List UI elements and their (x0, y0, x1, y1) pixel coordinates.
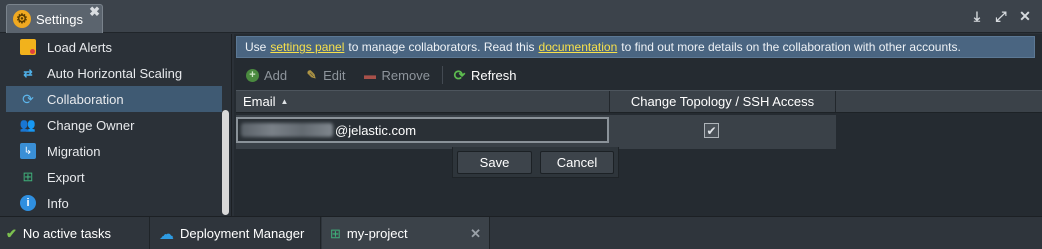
add-icon: + (246, 68, 259, 82)
tab-deployment-manager[interactable]: ☁ Deployment Manager (151, 217, 321, 249)
collaboration-toolbar: + Add ✎ Edit ▬ Remove ⟳ Refresh (234, 62, 1042, 88)
tab-settings[interactable]: ⚙ Settings ✖ (6, 4, 103, 33)
save-button[interactable]: Save (457, 150, 532, 174)
sidebar-scrollbar-thumb[interactable] (222, 110, 229, 215)
column-header-email[interactable]: Email ▲ (236, 91, 610, 112)
deployment-manager-label: Deployment Manager (180, 226, 305, 241)
column-header-topology[interactable]: Change Topology / SSH Access (610, 91, 836, 112)
sidebar-item-info[interactable]: i Info (6, 190, 222, 216)
gear-icon: ⚙ (13, 10, 31, 28)
sidebar-item-label: Migration (47, 143, 101, 159)
close-icon[interactable]: ✕ (470, 226, 481, 242)
cloud-upload-icon: ☁ (159, 225, 174, 243)
settings-panel-link[interactable]: settings panel (270, 40, 344, 54)
cancel-button[interactable]: Cancel (540, 150, 614, 174)
environment-icon: ⊞ (330, 225, 341, 241)
sidebar-item-label: Collaboration (47, 91, 124, 107)
remove-button[interactable]: ▬ Remove (364, 68, 430, 83)
row-editor-buttons: Save Cancel (452, 147, 619, 178)
sidebar-item-label: Change Owner (47, 117, 135, 133)
load-alerts-icon (20, 39, 36, 55)
remove-button-label: Remove (381, 67, 430, 83)
sort-ascending-icon: ▲ (280, 97, 289, 106)
info-icon: i (20, 195, 36, 211)
sidebar-item-label: Auto Horizontal Scaling (47, 65, 183, 81)
edit-button-label: Edit (323, 67, 346, 83)
column-header-label: Change Topology / SSH Access (630, 94, 815, 109)
add-button[interactable]: + Add (246, 68, 287, 83)
documentation-link[interactable]: documentation (539, 40, 618, 54)
table-row[interactable]: @jelastic.com ✔ (236, 115, 836, 149)
export-icon: ⊞ (22, 169, 34, 184)
sidebar-item-label: Export (47, 169, 85, 185)
edit-icon: ✎ (306, 68, 317, 82)
download-icon[interactable]: ⤓ (970, 8, 984, 24)
collaboration-icon: ⟳ (22, 90, 34, 107)
tab-close-icon[interactable]: ✖ (89, 5, 100, 18)
column-header-label: Email (243, 94, 276, 109)
sidebar-item-change-owner[interactable]: 👥 Change Owner (6, 112, 222, 138)
refresh-button[interactable]: ⟳ Refresh (453, 66, 517, 83)
task-status-label: No active tasks (22, 226, 112, 241)
refresh-button-label: Refresh (470, 67, 517, 83)
sidebar-item-migration[interactable]: ↳ Migration (6, 138, 222, 164)
topology-ssh-checkbox[interactable]: ✔ (704, 123, 719, 138)
trash-icon: ▬ (364, 68, 377, 82)
sidebar-item-export[interactable]: ⊞ Export (6, 164, 222, 190)
task-status[interactable]: ✔ No active tasks (6, 217, 150, 249)
close-icon[interactable]: ✕ (1018, 8, 1032, 24)
collaboration-panel: Use settings panel to manage collaborato… (234, 34, 1042, 216)
sidebar-item-collaboration[interactable]: ⟳ Collaboration (6, 86, 222, 112)
refresh-icon: ⟳ (453, 66, 466, 83)
project-label: my-project (346, 226, 408, 241)
grid-header: Email ▲ Change Topology / SSH Access (236, 90, 1042, 113)
expand-icon[interactable]: ⤢ (994, 8, 1008, 24)
edit-button[interactable]: ✎ Edit (305, 67, 346, 83)
column-header-empty (836, 91, 1042, 112)
email-suffix: @jelastic.com (335, 122, 417, 138)
add-button-label: Add (264, 67, 288, 83)
tab-my-project[interactable]: ⊞ my-project ✕ (322, 217, 490, 249)
info-text-1: Use (245, 40, 267, 54)
window-tab-bar: ⚙ Settings ✖ ⤓ ⤢ ✕ (0, 0, 1042, 33)
info-text-2: to manage collaborators. Read this (348, 40, 535, 54)
sidebar-item-label: Load Alerts (47, 39, 113, 55)
toolbar-separator (441, 66, 443, 84)
settings-sidebar: Load Alerts ⇄ Auto Horizontal Scaling ⟳ … (0, 34, 232, 216)
sidebar-item-label: Info (47, 195, 69, 211)
sidebar-item-auto-horizontal-scaling[interactable]: ⇄ Auto Horizontal Scaling (6, 60, 222, 86)
info-bar: Use settings panel to manage collaborato… (236, 36, 1035, 58)
redacted-email-prefix (241, 123, 333, 137)
sidebar-item-load-alerts[interactable]: Load Alerts (6, 34, 222, 60)
tab-settings-label: Settings (36, 11, 83, 27)
scaling-icon: ⇄ (23, 67, 33, 80)
bottom-taskbar: ✔ No active tasks ☁ Deployment Manager ⊞… (0, 216, 1042, 249)
info-text-3: to find out more details on the collabor… (621, 40, 961, 54)
email-field[interactable]: @jelastic.com (236, 117, 609, 143)
checkmark-icon: ✔ (6, 225, 17, 241)
change-owner-icon: 👥 (19, 117, 37, 132)
checkmark-icon: ✔ (706, 123, 717, 138)
migration-icon: ↳ (20, 143, 36, 159)
